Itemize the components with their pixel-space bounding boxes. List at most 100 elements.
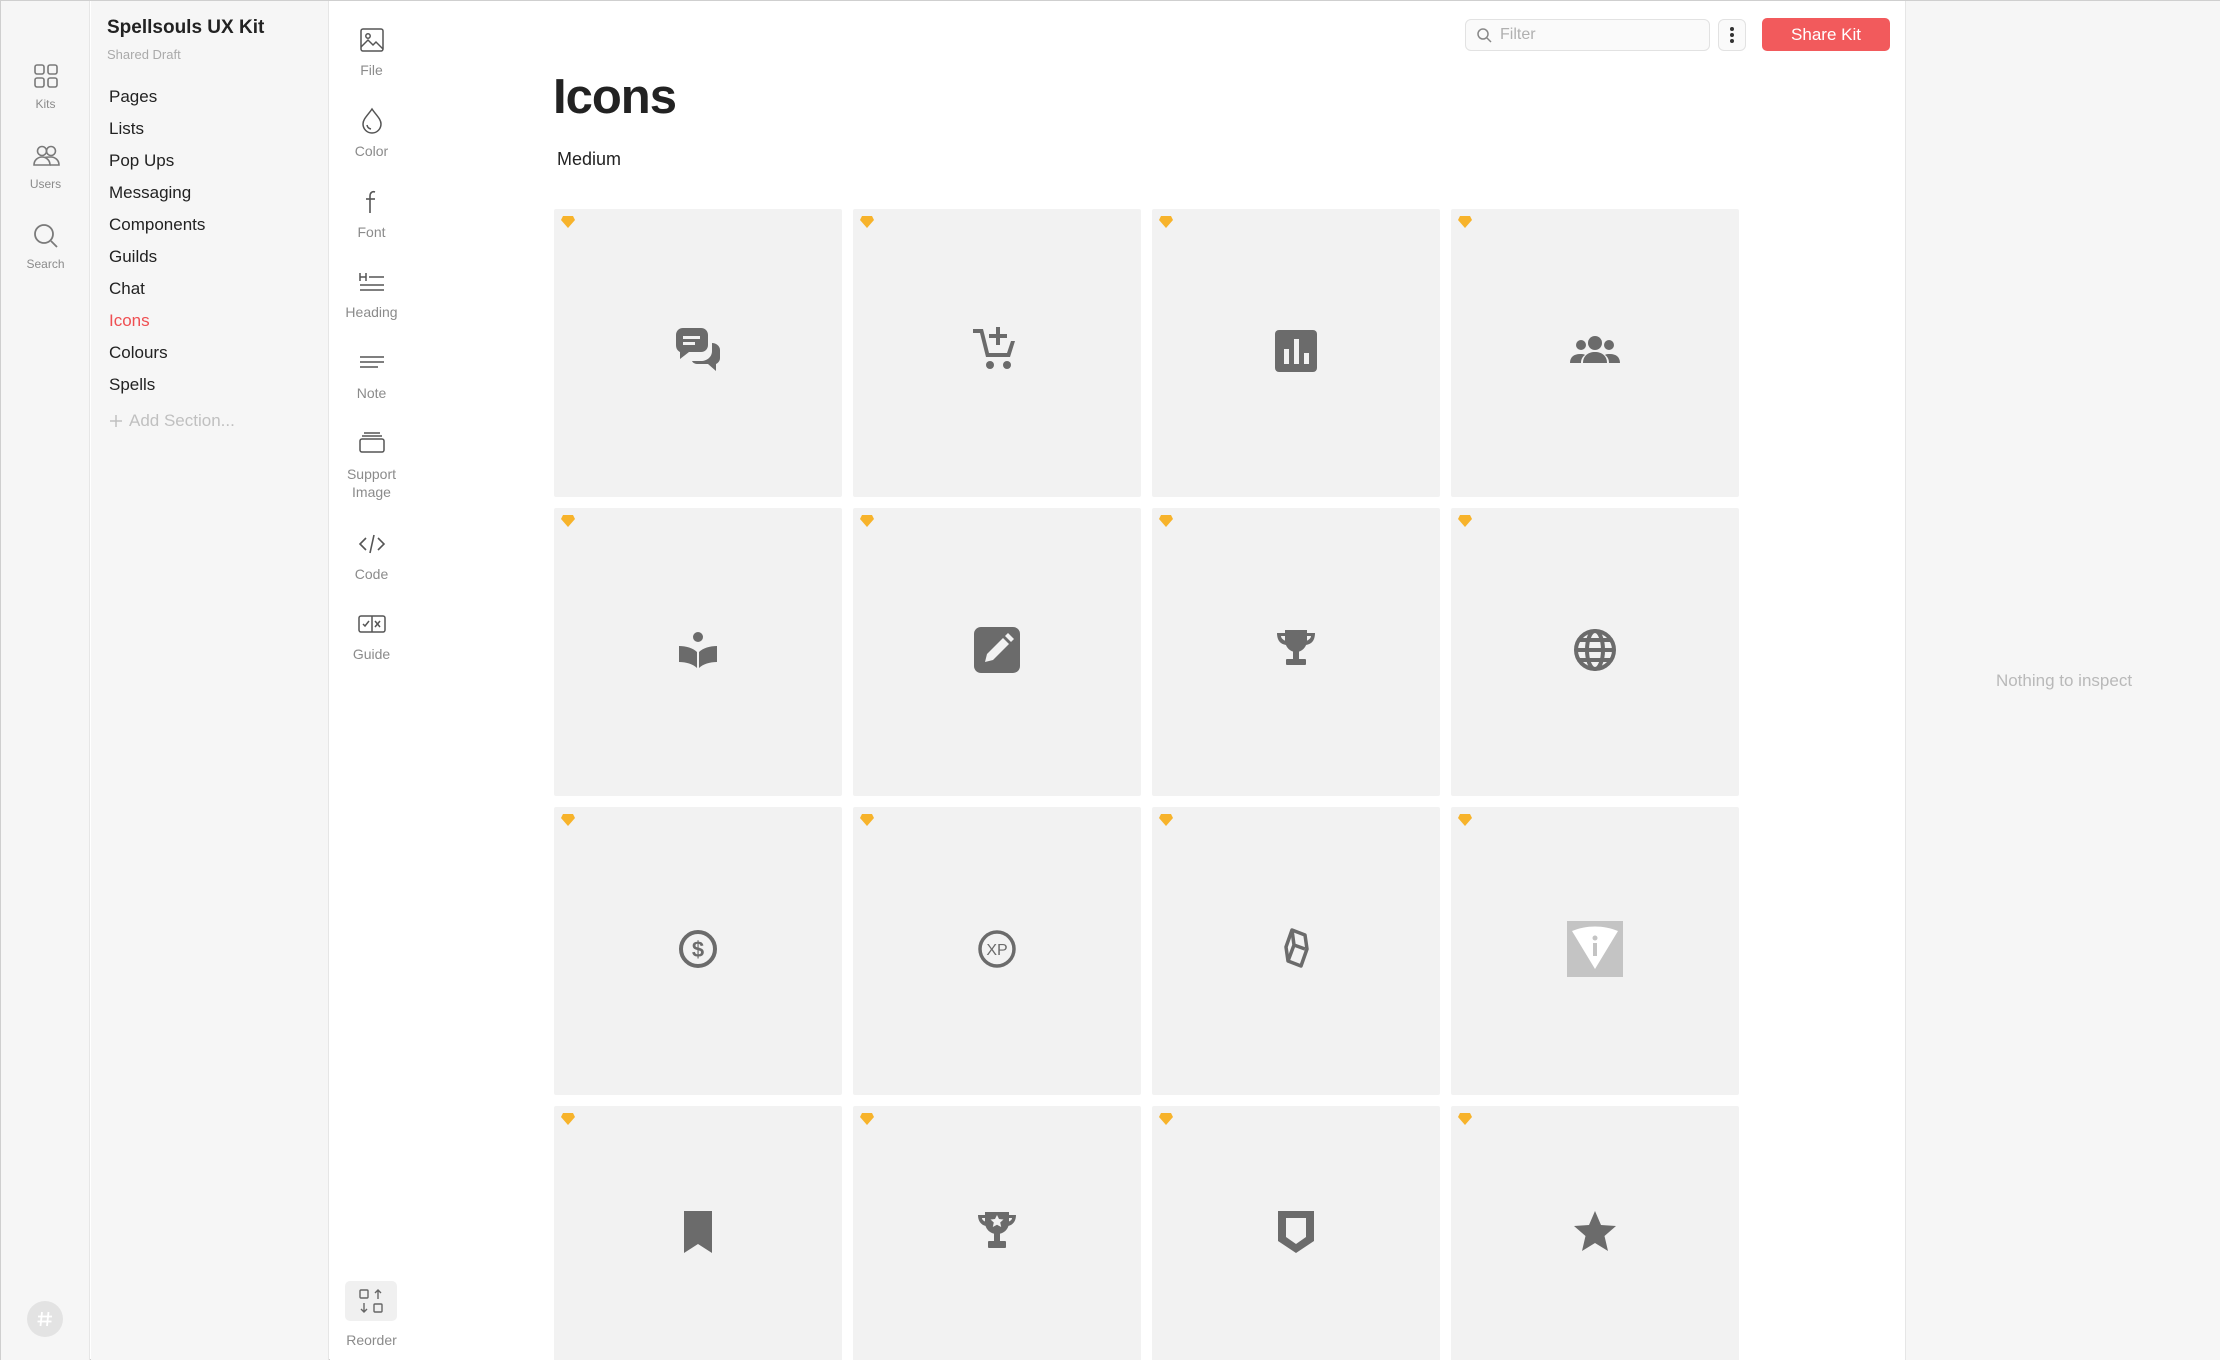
search-icon bbox=[1477, 28, 1492, 43]
code-icon bbox=[358, 534, 385, 554]
tool-label-color: Color bbox=[354, 143, 389, 159]
tool-support-image[interactable]: Support Image bbox=[330, 429, 413, 501]
heading-icon bbox=[358, 273, 384, 291]
image-icon bbox=[359, 28, 384, 52]
size-group-label: Medium bbox=[557, 149, 622, 169]
gem-badge-icon bbox=[1458, 814, 1472, 826]
tool-label-support-image: Support Image bbox=[346, 466, 397, 500]
gem-badge-icon bbox=[561, 216, 575, 228]
add-section-button[interactable]: Add Section... bbox=[109, 405, 235, 437]
gem-badge-icon bbox=[1458, 515, 1472, 527]
tool-font[interactable]: Font bbox=[330, 187, 413, 241]
more-options-button[interactable] bbox=[1718, 19, 1746, 51]
icon-grid: $ XP bbox=[554, 209, 1739, 1360]
section-item-spells[interactable]: Spells bbox=[109, 373, 235, 405]
guide-icon bbox=[357, 615, 386, 633]
section-item-messaging[interactable]: Messaging bbox=[109, 181, 235, 213]
section-item-colours[interactable]: Colours bbox=[109, 341, 235, 373]
tool-heading[interactable]: Heading bbox=[330, 267, 413, 321]
group-icon bbox=[1567, 323, 1623, 384]
gem-badge-icon bbox=[860, 515, 874, 527]
gem-badge-icon bbox=[1458, 216, 1472, 228]
coin-dollar-icon: $ bbox=[670, 921, 726, 982]
tools-palette: File Color Font Heading Note Support Ima… bbox=[330, 1, 413, 1360]
font-icon bbox=[365, 190, 375, 213]
gem-badge-icon bbox=[860, 216, 874, 228]
tool-label-file: File bbox=[360, 62, 383, 78]
rail-item-search[interactable]: Search bbox=[1, 221, 90, 271]
rail-item-kits[interactable]: Kits bbox=[1, 61, 90, 111]
icon-tile[interactable] bbox=[853, 209, 1141, 497]
globe-icon bbox=[1567, 622, 1623, 683]
tool-color[interactable]: Color bbox=[330, 106, 413, 160]
icon-tile[interactable] bbox=[853, 508, 1141, 796]
reorder-icon bbox=[359, 1289, 383, 1313]
rail-label-search: Search bbox=[26, 257, 65, 271]
sections-sidebar: Spellsouls UX Kit Shared Draft Pages Lis… bbox=[91, 1, 329, 1360]
star-icon bbox=[1567, 1204, 1623, 1265]
share-kit-button[interactable]: Share Kit bbox=[1762, 18, 1890, 51]
rail-item-users[interactable]: Users bbox=[1, 141, 90, 191]
users-icon bbox=[32, 145, 60, 166]
icon-tile[interactable] bbox=[1152, 807, 1440, 1095]
tool-note[interactable]: Note bbox=[330, 348, 413, 402]
icon-tile[interactable] bbox=[1451, 508, 1739, 796]
page-title: Icons bbox=[553, 70, 677, 124]
tool-code[interactable]: Code bbox=[330, 529, 413, 583]
section-item-pages[interactable]: Pages bbox=[109, 85, 235, 117]
app-window: Kits Users Search Spellsouls UX Kit Shar… bbox=[0, 0, 2220, 1360]
grid-icon bbox=[33, 64, 58, 88]
tool-guide[interactable]: Guide bbox=[330, 609, 413, 663]
icon-tile[interactable] bbox=[1152, 1106, 1440, 1360]
edit-pencil-icon bbox=[969, 622, 1025, 683]
award-trophy-icon bbox=[969, 1204, 1025, 1265]
icon-tile[interactable] bbox=[554, 209, 842, 497]
icon-tile[interactable] bbox=[1451, 1106, 1739, 1360]
tool-label-note: Note bbox=[356, 385, 387, 401]
section-item-chat[interactable]: Chat bbox=[109, 277, 235, 309]
gem-badge-icon bbox=[1159, 216, 1173, 228]
chat-bubbles-icon bbox=[670, 323, 726, 384]
info-shield-icon bbox=[1567, 920, 1623, 982]
icon-tile[interactable] bbox=[554, 1106, 842, 1360]
icon-tile[interactable] bbox=[853, 1106, 1141, 1360]
inspector-empty-text: Nothing to inspect bbox=[1995, 671, 2133, 690]
gem-badge-icon bbox=[561, 515, 575, 527]
bar-chart-icon bbox=[1268, 323, 1324, 384]
gem-badge-icon bbox=[561, 1113, 575, 1125]
svg-text:$: $ bbox=[692, 937, 704, 962]
tool-file[interactable]: File bbox=[330, 25, 413, 79]
search-icon bbox=[33, 224, 58, 248]
workspace-button[interactable] bbox=[27, 1301, 63, 1337]
filter-field[interactable] bbox=[1465, 19, 1710, 51]
banner-shield-icon bbox=[1268, 1204, 1324, 1265]
add-section-label: Add Section... bbox=[129, 411, 235, 430]
hashtag-icon bbox=[37, 1311, 52, 1327]
note-icon bbox=[359, 356, 384, 368]
svg-text:XP: XP bbox=[986, 942, 1007, 959]
section-item-pop-ups[interactable]: Pop Ups bbox=[109, 149, 235, 181]
drop-icon bbox=[361, 107, 382, 134]
icon-tile[interactable] bbox=[554, 508, 842, 796]
crystal-icon bbox=[1268, 921, 1324, 982]
filter-input[interactable] bbox=[1500, 26, 1690, 44]
icon-tile[interactable] bbox=[1451, 209, 1739, 497]
kit-title: Spellsouls UX Kit bbox=[107, 17, 265, 38]
section-list: Pages Lists Pop Ups Messaging Components… bbox=[109, 85, 235, 437]
section-item-lists[interactable]: Lists bbox=[109, 117, 235, 149]
section-item-components[interactable]: Components bbox=[109, 213, 235, 245]
icon-tile[interactable]: XP bbox=[853, 807, 1141, 1095]
section-item-guilds[interactable]: Guilds bbox=[109, 245, 235, 277]
icon-tile[interactable] bbox=[1152, 209, 1440, 497]
vertical-ellipsis-icon bbox=[1730, 27, 1734, 43]
section-item-icons[interactable]: Icons bbox=[109, 309, 235, 341]
tool-label-guide: Guide bbox=[352, 646, 391, 662]
reorder-button[interactable] bbox=[345, 1281, 397, 1321]
support-image-icon bbox=[358, 432, 385, 453]
reorder-label: Reorder bbox=[346, 1332, 397, 1348]
icon-tile[interactable] bbox=[1152, 508, 1440, 796]
rail-label-kits: Kits bbox=[35, 97, 56, 111]
icon-tile[interactable] bbox=[1451, 807, 1739, 1095]
icon-tile[interactable]: $ bbox=[554, 807, 842, 1095]
add-to-cart-icon bbox=[969, 323, 1025, 384]
